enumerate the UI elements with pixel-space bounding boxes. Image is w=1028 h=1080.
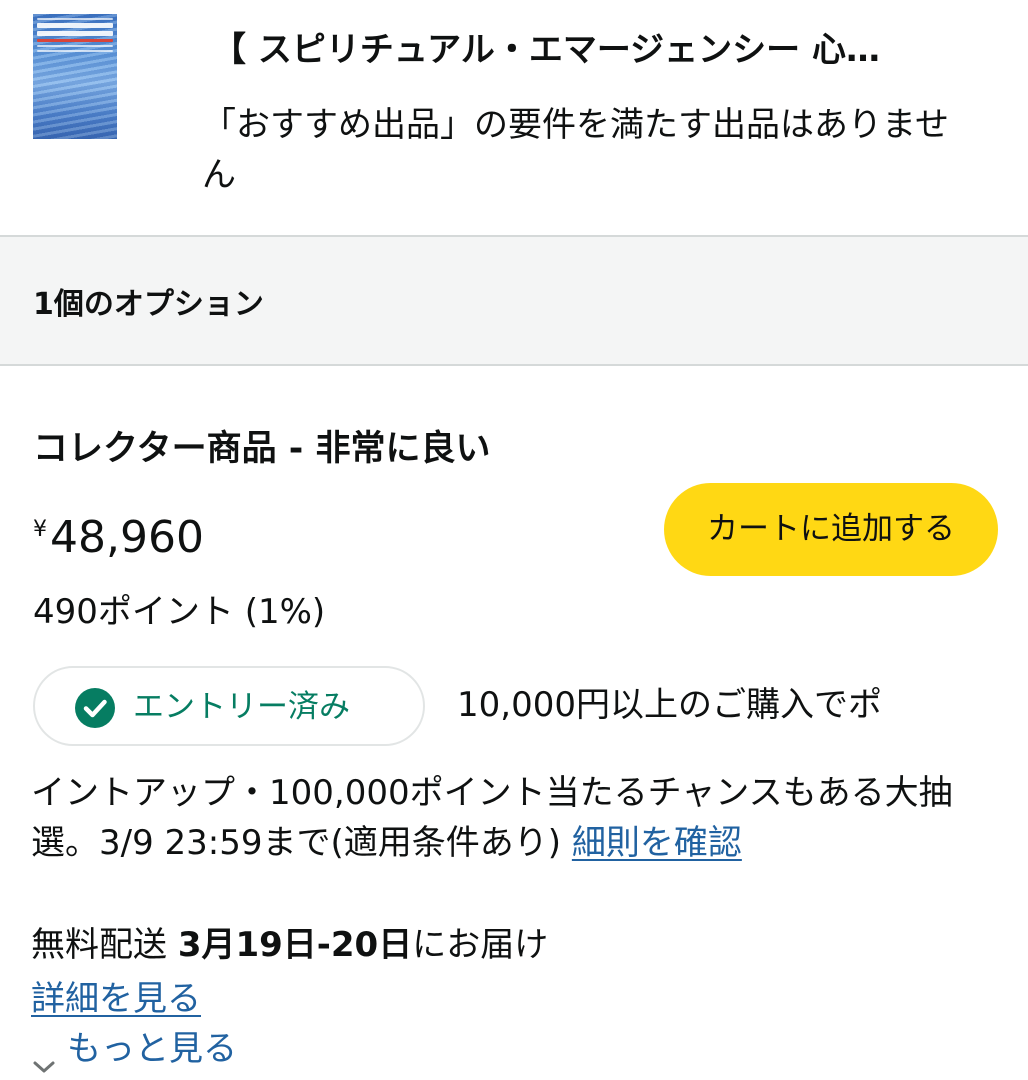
- offer-price: ¥48,960: [33, 500, 204, 568]
- chevron-down-icon: [31, 1041, 57, 1072]
- offer-condition: コレクター商品 - 非常に良い: [33, 429, 491, 469]
- delivery-info: 無料配送 3月19日-20日にお届け: [31, 920, 548, 970]
- delivery-suffix: にお届け: [412, 925, 549, 965]
- entry-badge[interactable]: エントリー済み: [33, 666, 425, 746]
- add-to-cart-button[interactable]: カートに追加する: [664, 483, 998, 576]
- see-more-toggle[interactable]: もっと見る: [31, 1024, 237, 1074]
- product-header: 【 スピリチュアル・エマージェンシー 心… 「おすすめ出品」の要件を満たす出品は…: [0, 0, 1028, 235]
- check-circle-icon: [75, 688, 115, 728]
- entry-badge-label: エントリー済み: [133, 689, 350, 725]
- product-title[interactable]: 【 スピリチュアル・エマージェンシー 心…: [212, 26, 1002, 74]
- book-cover-image[interactable]: [33, 14, 117, 139]
- featured-offer-note: 「おすすめ出品」の要件を満たす出品はありません: [202, 105, 949, 195]
- delivery-date: 3月19日-20日: [177, 925, 413, 965]
- price-value: 48,960: [50, 512, 204, 563]
- promo-terms-link[interactable]: 細則を確認: [572, 823, 742, 863]
- promo-text-first-line: 10,000円以上のご購入でポ: [457, 685, 882, 725]
- promo-text: イントアップ・100,000ポイント当たるチャンスもある大抽選。3/9 23:5…: [31, 768, 1006, 868]
- delivery-prefix: 無料配送: [31, 925, 167, 965]
- options-bar: 1個のオプション: [0, 235, 1028, 366]
- promo-text-rest: イントアップ・100,000ポイント当たるチャンスもある大抽選。3/9 23:5…: [31, 773, 953, 863]
- cover-title-graphic: [37, 18, 113, 55]
- options-count: 1個のオプション: [33, 287, 264, 322]
- points-info: 490ポイント (1%): [33, 592, 326, 632]
- details-link[interactable]: 詳細を見る: [31, 974, 201, 1024]
- currency-symbol: ¥: [33, 517, 47, 542]
- see-more-label: もっと見る: [67, 1029, 237, 1069]
